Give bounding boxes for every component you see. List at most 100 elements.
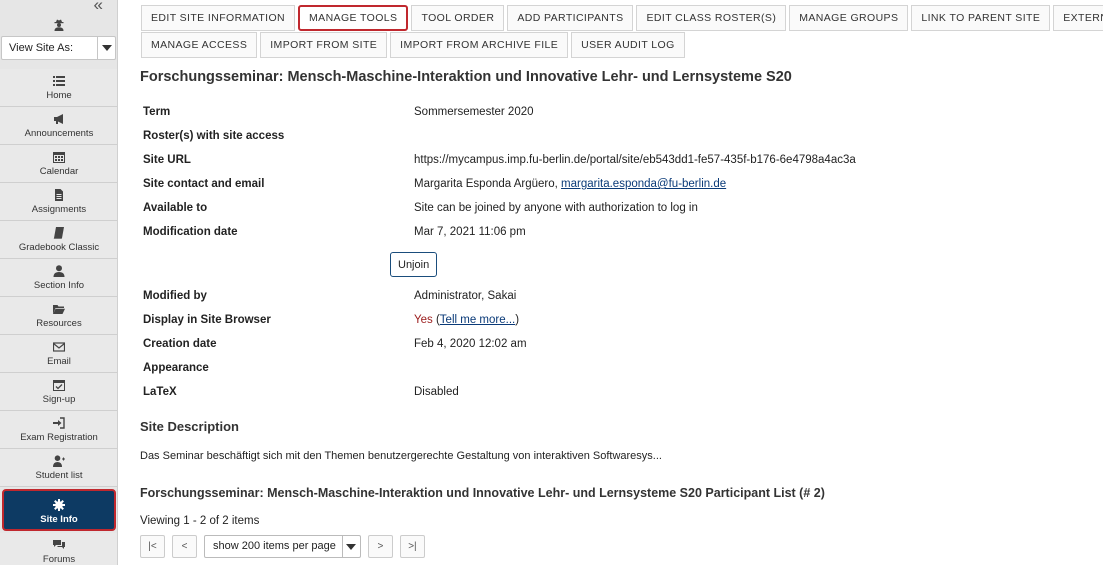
sidebar-item-label: Site Info	[40, 514, 78, 525]
contact-email-link[interactable]: margarita.esponda@fu-berlin.de	[561, 178, 726, 190]
sidebar-item-exam-registration[interactable]: Exam Registration	[0, 411, 117, 449]
sidebar-item-label: Student list	[35, 470, 83, 481]
sidebar-item-label: Forums	[42, 554, 76, 565]
sidebar-item-label: Sign-up	[42, 394, 76, 405]
info-row-appearance: Appearance	[143, 356, 1103, 380]
contact-value: Margarita Esponda Argüero, margarita.esp…	[414, 178, 726, 190]
info-row-site-url: Site URL https://mycampus.imp.fu-berlin.…	[143, 148, 1103, 172]
info-row-creation-date: Creation date Feb 4, 2020 12:02 am	[143, 332, 1103, 356]
tab-tool-order[interactable]: TOOL ORDER	[411, 5, 505, 31]
megaphone-icon	[54, 114, 63, 124]
tab-link-to-parent-site[interactable]: LINK TO PARENT SITE	[911, 5, 1051, 31]
sidebar-item-section-info[interactable]: Section Info	[0, 259, 117, 297]
tab-manage-access[interactable]: MANAGE ACCESS	[141, 32, 258, 58]
site-description-text: Das Seminar beschäftigt sich mit den The…	[140, 450, 662, 462]
tab-import-from-archive-file[interactable]: IMPORT FROM ARCHIVE FILE	[390, 32, 569, 58]
sidebar-item-label: Home	[46, 90, 72, 101]
prev-page-button[interactable]: <	[172, 535, 197, 558]
info-label: Modified by	[143, 290, 207, 302]
book-icon	[53, 227, 64, 239]
sidebar-item-site-info[interactable]: Site Info	[2, 489, 116, 531]
tab-external-tools[interactable]: EXTERNAL TOOLS	[1053, 5, 1103, 31]
view-site-as-select[interactable]: View Site As:	[1, 36, 116, 60]
info-row-modification-date: Modification date Mar 7, 2021 11:06 pm	[143, 220, 1103, 244]
sidebar-item-label: Gradebook Classic	[18, 242, 100, 253]
user-plus-icon	[53, 455, 65, 467]
paren-open: (	[432, 314, 440, 326]
info-row-display-in-site-browser: Display in Site Browser Yes (Tell me mor…	[143, 308, 1103, 332]
site-url-value: https://mycampus.imp.fu-berlin.de/portal…	[414, 154, 856, 166]
info-label: Display in Site Browser	[143, 314, 271, 326]
user-icon	[53, 265, 65, 277]
info-label: Term	[143, 106, 171, 118]
gear-icon	[53, 499, 65, 511]
sidebar-item-label: Announcements	[24, 128, 94, 139]
info-row-modified-by: Modified by Administrator, Sakai	[143, 284, 1103, 308]
sidebar-item-student-list[interactable]: Student list	[0, 449, 117, 487]
info-row-latex: LaTeX Disabled	[143, 380, 1103, 404]
tab-manage-groups[interactable]: MANAGE GROUPS	[789, 5, 909, 31]
first-page-button[interactable]: |<	[140, 535, 165, 558]
unjoin-button[interactable]: Unjoin	[390, 252, 438, 277]
sidebar-item-label: Exam Registration	[20, 432, 98, 443]
info-row-available-to: Available to Site can be joined by anyon…	[143, 196, 1103, 220]
view-site-as-label: View Site As:	[9, 42, 73, 54]
toolbar-row-2: MANAGE ACCESS IMPORT FROM SITE IMPORT FR…	[141, 32, 1101, 58]
sidebar-item-label: Assignments	[31, 204, 87, 215]
info-value: Administrator, Sakai	[414, 290, 517, 302]
tab-import-from-site[interactable]: IMPORT FROM SITE	[260, 32, 388, 58]
sidebar-item-announcements[interactable]: Announcements	[0, 107, 117, 145]
display-value: Yes (Tell me more...)	[414, 314, 519, 326]
tab-user-audit-log[interactable]: USER AUDIT LOG	[571, 32, 685, 58]
collapse-sidebar-icon[interactable]: «	[94, 0, 103, 14]
sidebar: « View Site As: Home Announcements Calen…	[0, 0, 118, 565]
sidebar-item-assignments[interactable]: Assignments	[0, 183, 117, 221]
last-page-button[interactable]: >|	[399, 535, 425, 558]
info-value: Disabled	[414, 386, 459, 398]
display-yes: Yes	[414, 314, 433, 326]
sidebar-item-label: Calendar	[39, 166, 79, 177]
sidebar-item-resources[interactable]: Resources	[0, 297, 117, 335]
page-size-select[interactable]: show 200 items per page	[204, 535, 361, 558]
info-row-rosters: Roster(s) with site access	[143, 124, 1103, 148]
info-label: Available to	[143, 202, 208, 214]
info-value: Site can be joined by anyone with author…	[414, 202, 698, 214]
info-label: Modification date	[143, 226, 238, 238]
sidebar-item-email[interactable]: Email	[0, 335, 117, 373]
info-value: Mar 7, 2021 11:06 pm	[414, 226, 526, 238]
tool-nav-list: Home Announcements Calendar Assignments	[0, 69, 117, 565]
sidebar-item-gradebook-classic[interactable]: Gradebook Classic	[0, 221, 117, 259]
info-value: Feb 4, 2020 12:02 am	[414, 338, 527, 350]
sign-in-icon	[53, 417, 65, 429]
tab-edit-class-rosters[interactable]: EDIT CLASS ROSTER(S)	[636, 5, 787, 31]
tab-manage-tools[interactable]: MANAGE TOOLS	[298, 5, 409, 31]
sidebar-item-label: Email	[47, 356, 71, 367]
paren-close: )	[515, 314, 520, 326]
info-label: Roster(s) with site access	[143, 130, 285, 142]
info-label: Site URL	[143, 154, 191, 166]
tab-edit-site-information[interactable]: EDIT SITE INFORMATION	[141, 5, 296, 31]
tell-me-more-link[interactable]: Tell me more...	[440, 314, 515, 326]
list-icon	[53, 76, 65, 86]
info-label: LaTeX	[143, 386, 177, 398]
user-secret-icon	[54, 19, 63, 31]
sidebar-item-calendar[interactable]: Calendar	[0, 145, 117, 183]
tab-add-participants[interactable]: ADD PARTICIPANTS	[507, 5, 634, 31]
calendar-check-icon	[53, 380, 65, 391]
chevron-down-icon[interactable]	[341, 536, 360, 557]
calendar-icon	[53, 152, 65, 163]
chevron-down-icon[interactable]	[97, 37, 115, 59]
sidebar-item-forums[interactable]: Forums	[0, 533, 117, 565]
main-content: EDIT SITE INFORMATION MANAGE TOOLS TOOL …	[119, 0, 1103, 565]
info-value: Sommersemester 2020	[414, 106, 534, 118]
participant-list-heading: Forschungsseminar: Mensch-Maschine-Inter…	[140, 486, 825, 500]
sidebar-item-home[interactable]: Home	[0, 69, 117, 107]
sidebar-item-label: Resources	[36, 318, 82, 329]
sidebar-item-sign-up[interactable]: Sign-up	[0, 373, 117, 411]
next-page-button[interactable]: >	[367, 535, 393, 558]
page-title: Forschungsseminar: Mensch-Maschine-Inter…	[140, 69, 792, 85]
info-row-contact: Site contact and email Margarita Esponda…	[143, 172, 1103, 196]
toolbar-row-1: EDIT SITE INFORMATION MANAGE TOOLS TOOL …	[141, 5, 1103, 31]
info-label: Site contact and email	[143, 178, 265, 190]
info-label: Appearance	[143, 362, 209, 374]
